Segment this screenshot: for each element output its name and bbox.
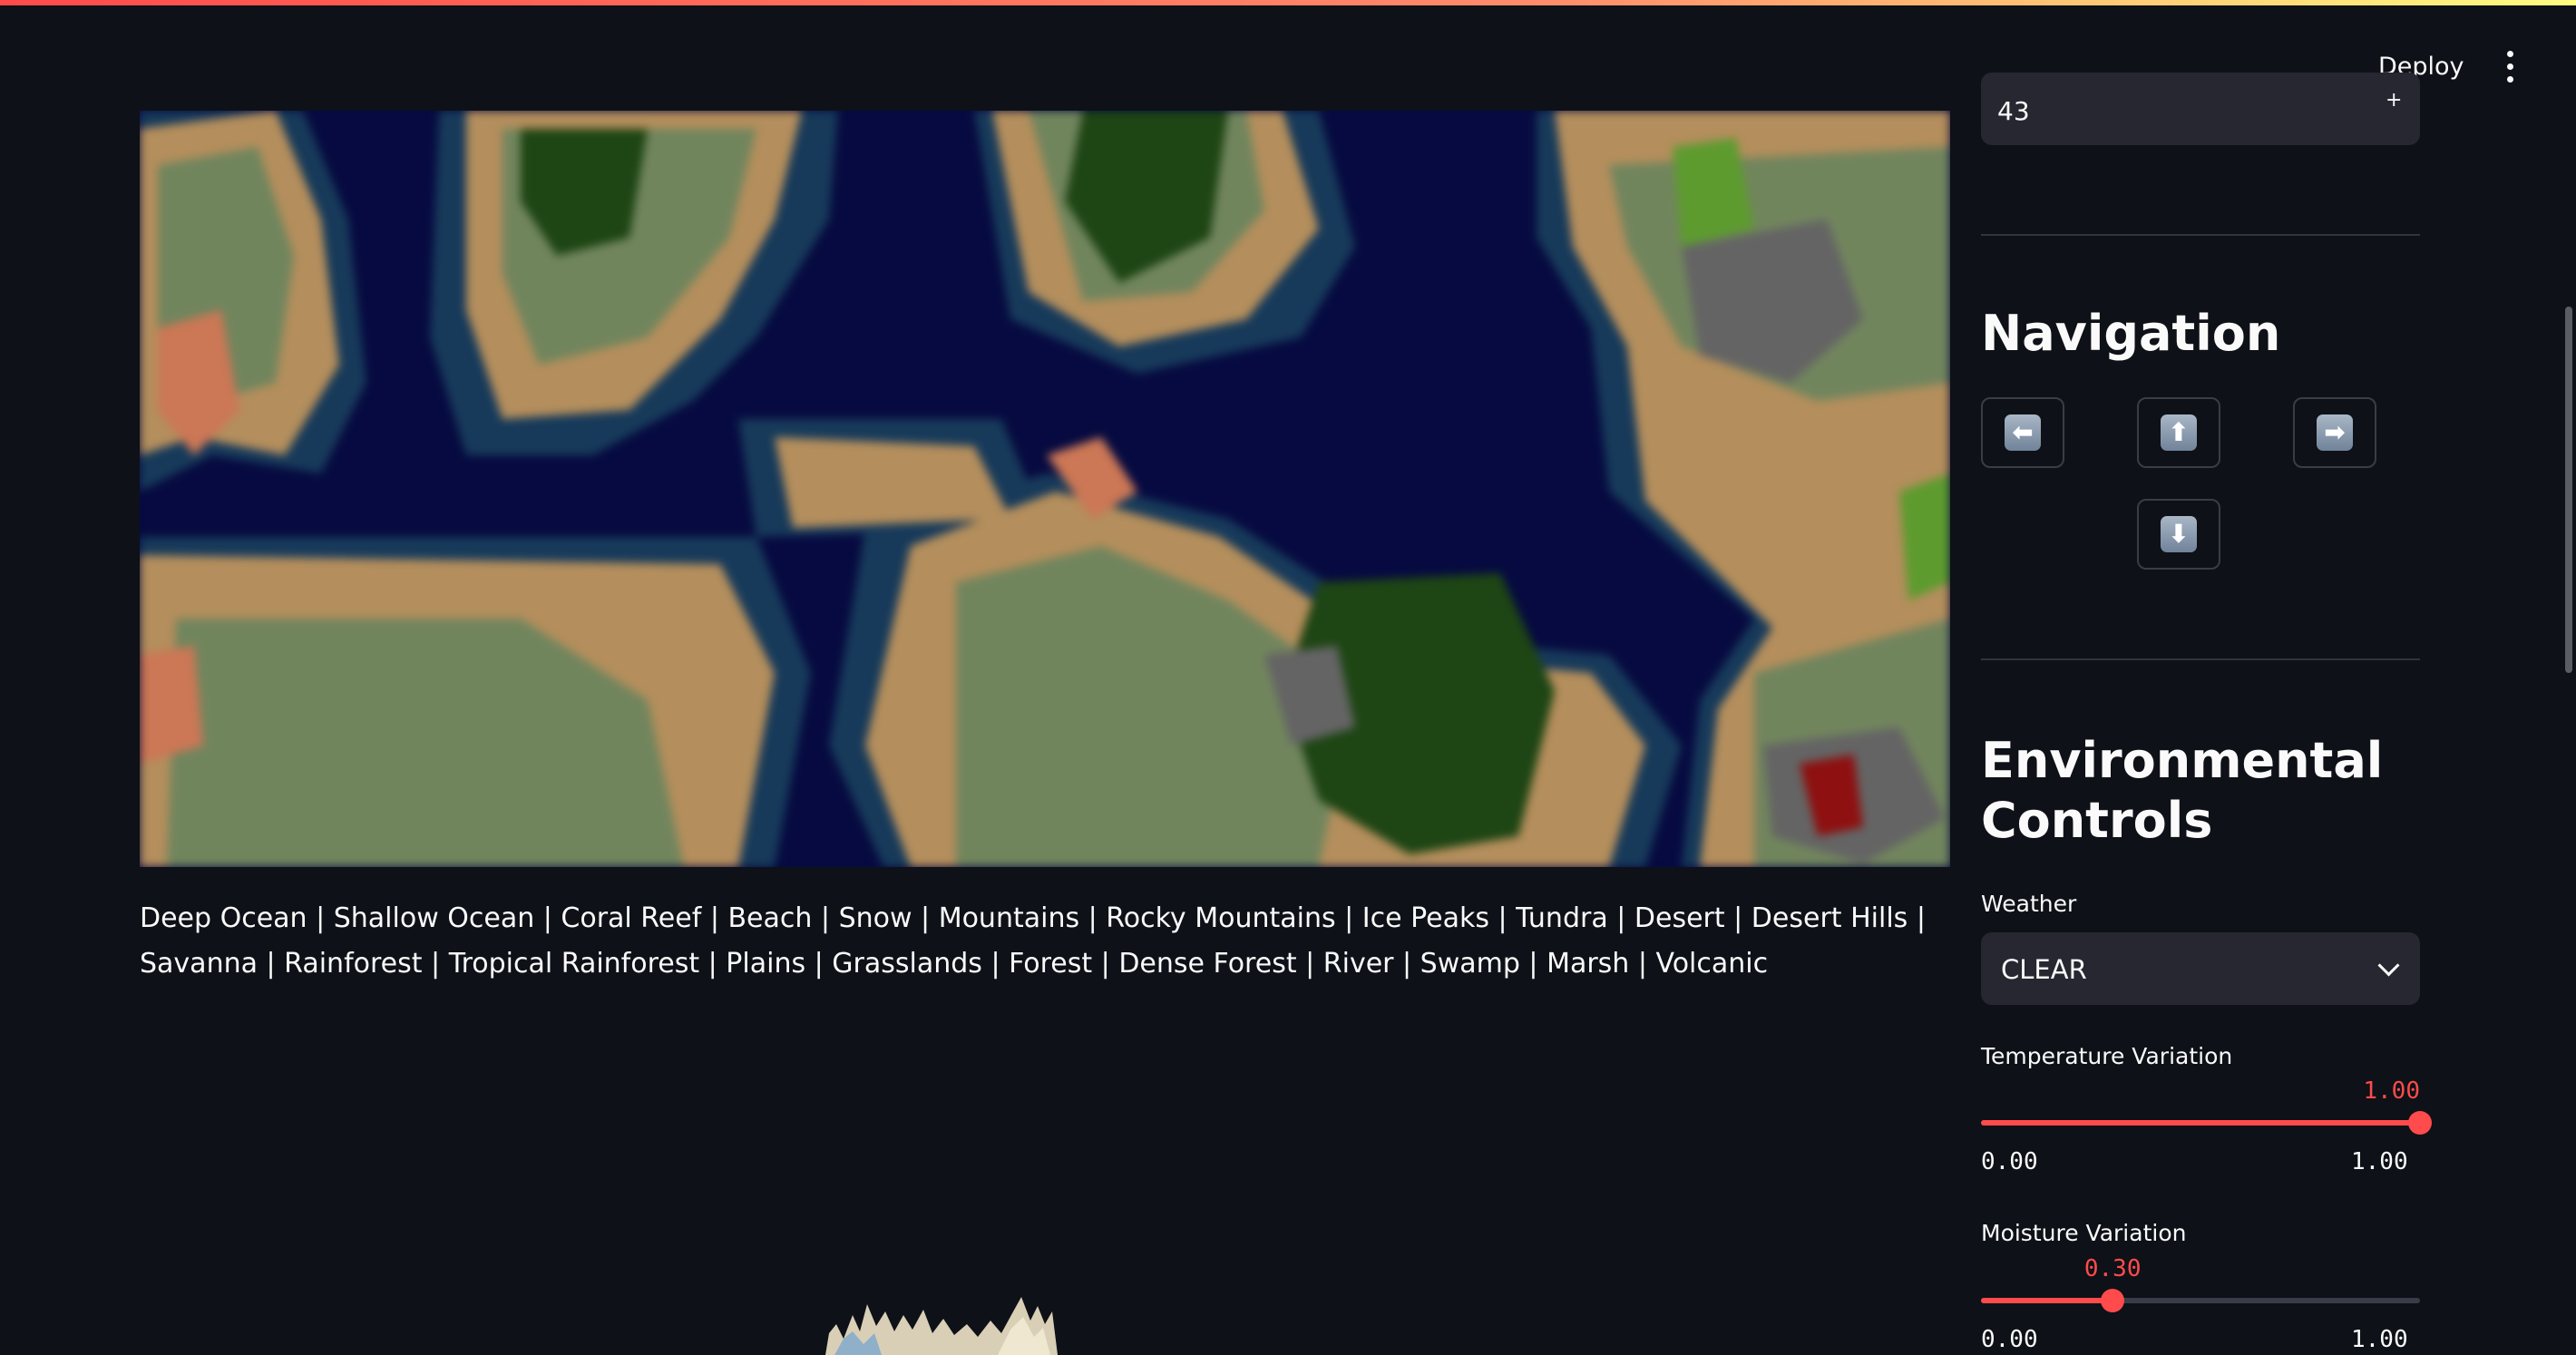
arrow-down-icon: ⬇: [2161, 516, 2197, 552]
more-options-icon[interactable]: [2496, 47, 2523, 87]
top-decoration-bar: [0, 0, 2576, 5]
temperature-label: Temperature Variation: [1981, 1043, 2233, 1069]
navigation-heading: Navigation: [1981, 305, 2281, 362]
terrain-map: [140, 111, 1950, 867]
temperature-slider[interactable]: [1981, 1111, 2432, 1135]
temperature-slider-fill: [1981, 1120, 2420, 1126]
arrow-up-icon: ⬆: [2161, 414, 2197, 451]
weather-selected-value: CLEAR: [2001, 954, 2087, 985]
temperature-max: 1.00: [2351, 1148, 2408, 1175]
moisture-slider-fill: [1981, 1298, 2113, 1303]
temperature-slider-thumb[interactable]: [2408, 1111, 2432, 1135]
chevron-down-icon: [2377, 954, 2400, 977]
temperature-value: 1.00: [2363, 1077, 2420, 1105]
weather-select[interactable]: CLEAR: [1981, 932, 2420, 1005]
moisture-min: 0.00: [1981, 1326, 2038, 1353]
terrain-map-image: [140, 111, 1950, 867]
divider: [1981, 658, 2420, 660]
moisture-label: Moisture Variation: [1981, 1220, 2187, 1246]
seed-increment-icon[interactable]: +: [2386, 89, 2402, 112]
weather-label: Weather: [1981, 891, 2077, 917]
temperature-min: 0.00: [1981, 1148, 2038, 1175]
moisture-slider[interactable]: [1981, 1289, 2420, 1312]
biome-legend: Deep Ocean | Shallow Ocean | Coral Reef …: [140, 902, 1926, 980]
arrow-right-icon: ➡: [2317, 414, 2353, 451]
page-scrollbar[interactable]: [2565, 307, 2572, 673]
nav-up-button[interactable]: ⬆: [2137, 397, 2220, 468]
divider: [1981, 234, 2420, 236]
seed-value: 43: [1997, 96, 2030, 126]
nav-right-button[interactable]: ➡: [2293, 397, 2376, 468]
moisture-slider-thumb[interactable]: [2101, 1289, 2125, 1312]
seed-number-input[interactable]: [1981, 73, 2420, 145]
terrain-3d-preview: [825, 1297, 1058, 1355]
moisture-max: 1.00: [2351, 1326, 2408, 1353]
environmental-controls-heading: Environmental Controls: [1981, 732, 2384, 849]
nav-down-button[interactable]: ⬇: [2137, 499, 2220, 570]
arrow-left-icon: ⬅: [2005, 414, 2041, 451]
nav-left-button[interactable]: ⬅: [1981, 397, 2064, 468]
moisture-value: 0.30: [2083, 1255, 2142, 1282]
